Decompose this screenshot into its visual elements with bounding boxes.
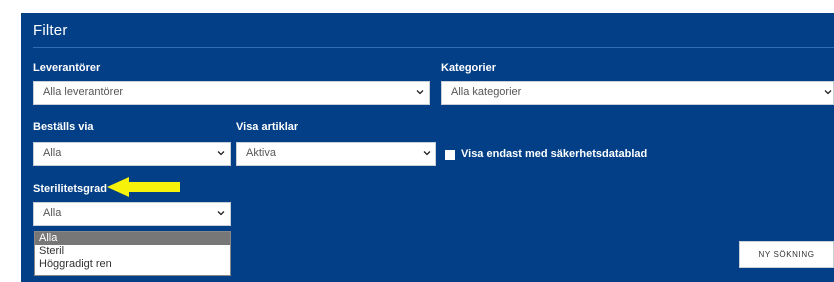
suppliers-select-value: Alla leverantörer	[43, 86, 124, 98]
sterility-select-value: Alla	[43, 207, 62, 219]
new-search-button[interactable]: NY SÖKNING	[739, 241, 834, 268]
sterility-options-list: Alla Steril Höggradigt ren	[34, 231, 231, 276]
chevron-down-icon	[824, 90, 832, 95]
sterility-select[interactable]: Alla	[33, 202, 231, 226]
chevron-down-icon	[416, 90, 424, 95]
chevron-down-icon	[217, 151, 225, 156]
safety-data-sheet-label: Visa endast med säkerhetsdatablad	[461, 148, 648, 160]
yellow-arrow-annotation	[107, 177, 180, 197]
safety-data-sheet-checkbox[interactable]	[445, 150, 455, 160]
categories-select-value: Alla kategorier	[451, 86, 522, 98]
chevron-down-icon	[423, 151, 431, 156]
sterility-option-hoggradigt-ren[interactable]: Höggradigt ren	[35, 258, 230, 271]
sterility-label: Sterilitetsgrad	[33, 183, 107, 195]
show-articles-select-value: Aktiva	[246, 147, 276, 159]
suppliers-select[interactable]: Alla leverantörer	[33, 81, 430, 105]
filter-title: Filter	[33, 22, 68, 39]
chevron-down-icon	[217, 211, 225, 216]
order-via-select-value: Alla	[43, 147, 62, 159]
suppliers-label: Leverantörer	[33, 62, 101, 74]
order-via-select[interactable]: Alla	[33, 142, 231, 166]
categories-label: Kategorier	[441, 62, 497, 74]
title-divider	[33, 47, 834, 48]
show-articles-select[interactable]: Aktiva	[236, 142, 436, 166]
sterility-option-alla[interactable]: Alla	[35, 232, 230, 245]
categories-select[interactable]: Alla kategorier	[441, 81, 834, 105]
sterility-option-steril[interactable]: Steril	[35, 245, 230, 258]
order-via-label: Beställs via	[33, 121, 94, 133]
show-articles-label: Visa artiklar	[236, 121, 299, 133]
